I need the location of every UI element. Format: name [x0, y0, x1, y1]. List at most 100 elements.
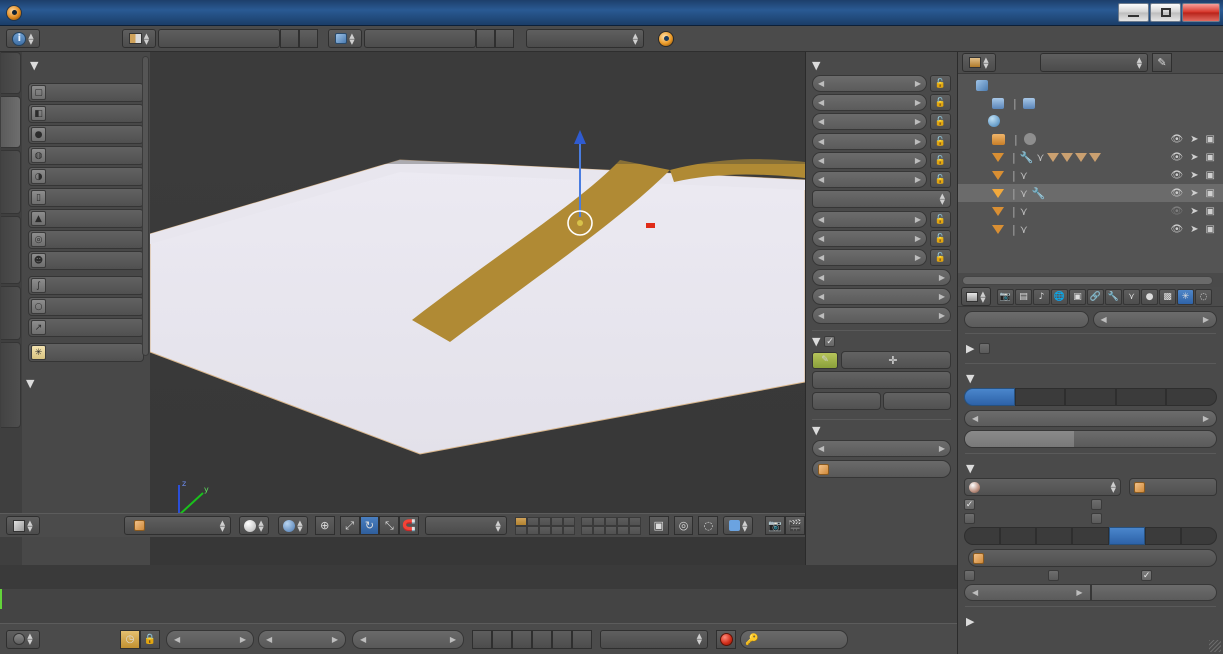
scale-checkbox-row[interactable]: ✓ [1141, 570, 1217, 581]
render-as-object[interactable] [1108, 527, 1145, 545]
outliner-row-scene[interactable] [958, 76, 1223, 94]
tool-tab-relations[interactable] [1, 150, 21, 214]
physics-tab[interactable]: ◌ [1195, 288, 1212, 305]
maximize-button[interactable] [1150, 3, 1181, 22]
layer-cell[interactable] [550, 525, 563, 535]
particle-material-dropdown[interactable]: ▲ ▼ [964, 478, 1121, 496]
tool-tab-physics[interactable] [1, 286, 21, 340]
layer-cell[interactable] [580, 516, 593, 526]
physics-type-keyed[interactable] [1065, 388, 1116, 406]
layer-cell[interactable] [538, 516, 551, 526]
jump-to-end-button[interactable] [572, 629, 592, 649]
frame-start-field[interactable]: ◀ ▶ [166, 629, 254, 649]
add-screen-button[interactable] [280, 29, 299, 48]
scene-name-field[interactable] [364, 29, 476, 48]
tool-tab-grease-pencil[interactable] [1, 342, 21, 428]
outliner-editor-type-selector[interactable]: ▲ ▼ [962, 53, 996, 72]
physics-type-fluid[interactable] [1166, 388, 1217, 406]
timeline-editor-type-selector[interactable]: ▲ ▼ [6, 629, 40, 649]
visibility-eye-icon[interactable]: 👁 [1170, 170, 1183, 181]
velocity-random-field[interactable]: ◀ ▶ [1092, 311, 1217, 328]
rotate-manipulator-icon[interactable]: ↻ [359, 516, 380, 535]
viewport-shading-dropdown[interactable]: ▲ ▼ [239, 516, 269, 535]
layer-cell[interactable] [616, 525, 629, 535]
lock-camera-icon[interactable]: ▣ [648, 516, 669, 535]
selectability-cursor-icon[interactable]: ➤ [1190, 224, 1198, 235]
rotation-enable-checkbox[interactable] [979, 343, 991, 354]
delete-screen-button[interactable] [299, 29, 318, 48]
global-checkbox-row[interactable] [964, 570, 1048, 581]
physics-panel-header[interactable]: ▼ [958, 369, 1223, 388]
lock-location-y-icon[interactable]: 🔓 [930, 94, 951, 111]
lock-location-x-icon[interactable]: 🔓 [930, 75, 951, 92]
rotation-z-field[interactable]: ◀ ▶ [812, 171, 927, 188]
jump-to-prev-keyframe-button[interactable] [492, 629, 512, 649]
unborn-checkbox-row[interactable] [1090, 499, 1218, 510]
render-as-enum[interactable] [964, 527, 1217, 545]
lens-field[interactable]: ◀ ▶ [812, 440, 951, 457]
selectability-cursor-icon[interactable]: ➤ [1190, 170, 1198, 181]
interaction-mode-dropdown[interactable]: ▲ ▼ [123, 516, 232, 535]
render-layers-tab[interactable]: ▤ [1015, 288, 1032, 305]
grease-pencil-new-layer-button[interactable] [812, 371, 951, 389]
add-point-lamp-button[interactable]: ✳ [28, 343, 144, 362]
scale-x-field[interactable]: ◀ ▶ [812, 211, 927, 228]
translate-manipulator-icon[interactable]: ⤢ [339, 516, 360, 535]
location-x-field[interactable]: ◀ ▶ [812, 75, 927, 92]
renderability-camera-icon[interactable]: ▣ [1206, 152, 1215, 163]
selectability-cursor-icon[interactable]: ➤ [1190, 152, 1198, 163]
outliner-row-cube[interactable]: | 🔧 ⋎ 👁 ➤ ▣ [958, 148, 1223, 166]
world-tab[interactable]: 🌐 [1051, 288, 1068, 305]
rotation-checkbox-row[interactable] [1048, 570, 1141, 581]
layer-cell[interactable] [514, 516, 527, 526]
lock-location-z-icon[interactable]: 🔓 [930, 113, 951, 130]
renderability-camera-icon[interactable]: ▣ [1206, 188, 1215, 199]
display-panel-header[interactable]: ▶ [958, 612, 1223, 631]
particles-tab[interactable]: ✳ [1177, 288, 1194, 305]
parents-checkbox[interactable] [964, 513, 975, 524]
jump-to-next-keyframe-button[interactable] [552, 629, 572, 649]
layer-cell[interactable] [526, 525, 539, 535]
layer-cell[interactable] [550, 516, 563, 526]
delete-scene-button[interactable] [495, 29, 514, 48]
dimensions-y-field[interactable]: ◀ ▶ [812, 288, 951, 305]
add-uv-sphere-button[interactable]: ◍ [28, 146, 144, 165]
frame-end-field[interactable]: ◀ ▶ [258, 629, 346, 649]
render-tab[interactable]: 📷 [997, 288, 1014, 305]
layer-cell[interactable] [604, 516, 617, 526]
renderability-camera-icon[interactable]: ▣ [1206, 224, 1215, 235]
tool-shelf-scrollbar[interactable] [142, 56, 149, 356]
layer-cell[interactable] [592, 516, 605, 526]
grease-pencil-convert-button[interactable] [882, 392, 951, 410]
render-camera-icon[interactable]: 📷 [765, 516, 786, 535]
layer-cell[interactable] [580, 525, 593, 535]
scale-z-field[interactable]: ◀ ▶ [812, 249, 927, 266]
layer-cell[interactable] [628, 516, 641, 526]
scene-browse-button[interactable]: ▲ ▼ [328, 29, 362, 48]
modifiers-tab[interactable]: 🔧 [1105, 288, 1122, 305]
render-as-halo[interactable] [1000, 527, 1037, 545]
unborn-checkbox[interactable] [1090, 499, 1102, 510]
add-circle-button[interactable]: ● [28, 125, 144, 144]
lock-time-icon[interactable]: 🔒 [140, 629, 160, 649]
lock-to-object-field[interactable] [812, 460, 951, 478]
visibility-eye-icon[interactable]: 👁 [1170, 134, 1183, 145]
view-panel-header[interactable]: ▼ [812, 424, 951, 437]
pencil-icon[interactable]: ✎ [812, 351, 838, 369]
rotation-mode-dropdown[interactable]: ▲ ▼ [812, 190, 951, 208]
add-scene-button[interactable] [476, 29, 495, 48]
parent-object-field[interactable] [1129, 478, 1217, 496]
visibility-eye-icon[interactable]: 👁 [1170, 188, 1183, 199]
add-cylinder-button[interactable]: ▯ [28, 188, 144, 207]
snap-magnet-icon[interactable]: 🧲 [399, 516, 420, 535]
outliner-horizontal-scrollbar[interactable] [962, 276, 1213, 285]
tool-tab-animation[interactable] [1, 216, 21, 284]
properties-editor-type-selector[interactable]: ▲ ▼ [961, 287, 991, 306]
outliner-row-camera[interactable]: | 👁 ➤ ▣ [958, 130, 1223, 148]
outliner-row-plane-001[interactable]: | ⋎ 🔧 👁 ➤ ▣ [958, 184, 1223, 202]
physics-type-newtonian[interactable] [1014, 388, 1066, 406]
visibility-eye-icon[interactable]: 👁 [1170, 206, 1183, 217]
render-as-group[interactable] [1144, 527, 1181, 545]
close-button[interactable] [1182, 3, 1220, 22]
add-primitive-header[interactable]: ▼ [28, 56, 144, 77]
